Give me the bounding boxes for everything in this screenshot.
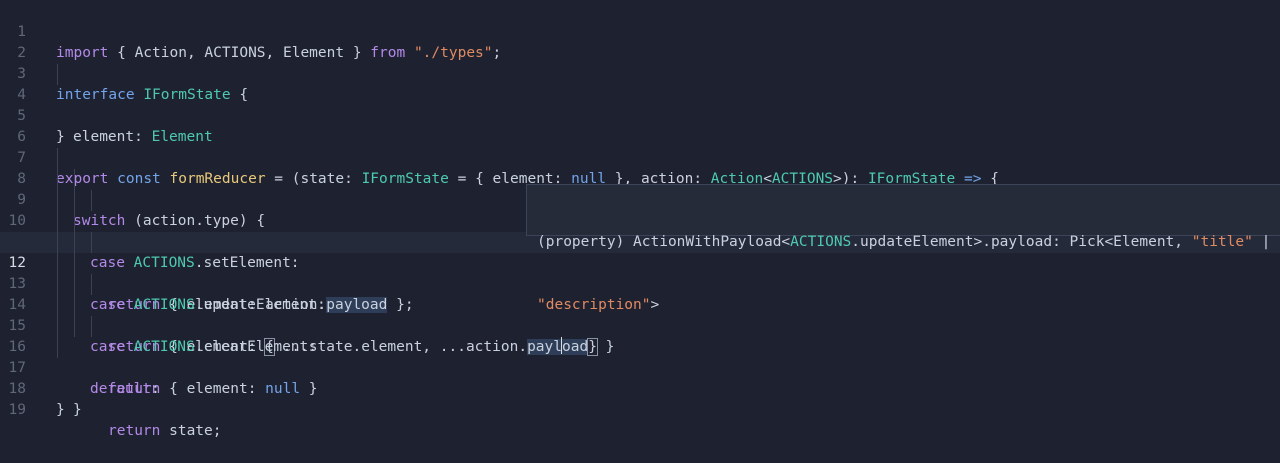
code-line-4[interactable]: 4 element: Element	[0, 64, 1280, 145]
code-line-6[interactable]: 6	[0, 106, 1280, 145]
code-text: }	[56, 402, 65, 418]
code-line-19[interactable]: 19	[0, 379, 1280, 418]
code-line-3[interactable]: 3 interface IFormState {	[0, 43, 1280, 103]
code-line-7[interactable]: 7 export const formReducer = (state: IFo…	[0, 127, 1280, 187]
indent-guide	[74, 274, 75, 295]
indent-guide	[57, 337, 58, 358]
indent-guide	[74, 169, 75, 190]
code-line-18[interactable]: 18 }	[0, 358, 1280, 418]
code-line-2[interactable]: 2	[0, 22, 1280, 61]
indent-guide	[91, 190, 92, 211]
indent-guide	[57, 148, 58, 169]
indent-guide	[57, 169, 58, 190]
indent-guide	[74, 211, 75, 232]
indent-guide	[74, 295, 75, 316]
hover-line-1: (property) ActionWithPayload<ACTIONS.upd…	[537, 234, 1271, 250]
hover-line-2: "description">	[537, 297, 660, 313]
indent-guide	[57, 274, 58, 295]
indent-guide	[74, 316, 75, 337]
indent-guide	[57, 211, 58, 232]
code-line-5[interactable]: 5 }	[0, 85, 1280, 145]
indent-guide	[57, 232, 58, 253]
indent-guide	[74, 190, 75, 211]
indent-guide	[57, 295, 58, 316]
indent-guide	[57, 64, 58, 85]
code-line-1[interactable]: 1 import { Action, ACTIONS, Element } fr…	[0, 1, 1280, 61]
indent-guide	[74, 232, 75, 253]
code-text: return state;	[108, 423, 222, 439]
code-line-8[interactable]: 8 switch (action.type) {	[0, 148, 1280, 229]
indent-guide	[57, 190, 58, 211]
line-number: 19	[8, 402, 26, 418]
indent-guide	[91, 232, 92, 253]
code-text: }	[73, 402, 82, 418]
hover-tooltip: (property) ActionWithPayload<ACTIONS.upd…	[526, 184, 1280, 313]
indent-guide	[57, 253, 58, 274]
indent-guide	[91, 274, 92, 295]
indent-guide	[74, 253, 75, 274]
indent-guide	[57, 316, 58, 337]
code-editor[interactable]: 1 import { Action, ACTIONS, Element } fr…	[0, 0, 1280, 439]
indent-guide	[91, 316, 92, 337]
